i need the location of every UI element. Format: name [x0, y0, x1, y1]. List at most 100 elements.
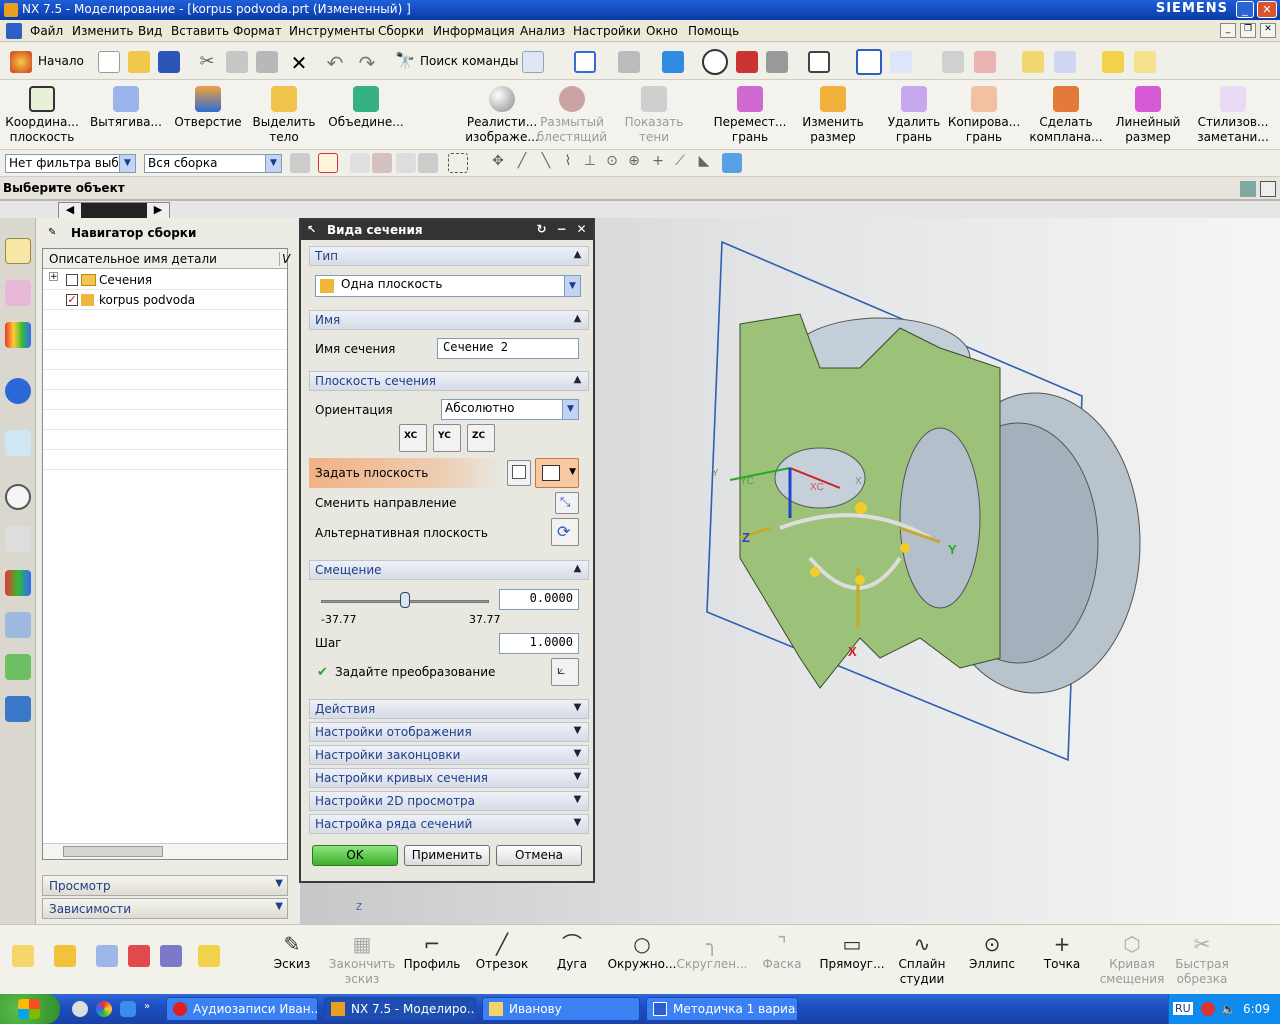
series-settings-header[interactable]: Настройка ряда сечений ▼	[309, 814, 589, 834]
step-input[interactable]: 1.0000	[499, 633, 579, 654]
plane-dialog-button[interactable]	[507, 460, 531, 486]
background-icon[interactable]	[808, 51, 830, 73]
task-word[interactable]: Методичка 1 вариа...	[646, 997, 798, 1021]
doc-close-button[interactable]: ✕	[1260, 23, 1276, 38]
assembly-constraints-icon[interactable]	[160, 945, 182, 967]
dialog-title-bar[interactable]: ↖ Вида сечения ↻ − ✕	[301, 220, 593, 240]
menu-analysis[interactable]: Анализ	[520, 24, 565, 38]
fit-view-icon[interactable]	[574, 51, 596, 73]
collapse-dialog-icon[interactable]: −	[553, 222, 570, 238]
constraint-navigator-tab-icon[interactable]	[5, 280, 31, 306]
expand-icon[interactable]: +	[49, 272, 58, 282]
cut-icon[interactable]: ✂	[196, 51, 218, 73]
tree-row[interactable]: ✓ korpus podvoda	[43, 290, 287, 310]
type-filter-select[interactable]: Нет фильтра выбор ▼	[5, 154, 136, 173]
section-view-icon[interactable]	[736, 51, 758, 73]
pin-icon[interactable]: ✎	[48, 227, 58, 238]
assembly-component-icon[interactable]	[12, 945, 34, 967]
tree-column-header[interactable]: Описательное имя детали V	[43, 249, 290, 269]
window-close-button[interactable]: ✕	[1257, 1, 1277, 18]
plane-section-header[interactable]: Плоскость сечения ▲	[309, 371, 589, 391]
quadrant-snap-icon[interactable]: ⊙	[602, 153, 622, 173]
datum-plane-button[interactable]: Координа... плоскость	[4, 86, 80, 145]
endpoint-snap-icon[interactable]: ✥	[488, 153, 508, 173]
linear-dimension-button[interactable]: Линейный размер	[1110, 86, 1186, 145]
scroll-left-button[interactable]: ◀	[59, 203, 81, 219]
nx-menu-icon[interactable]	[6, 23, 22, 39]
select-component-icon[interactable]	[418, 153, 438, 173]
sketch-tool-button[interactable]: ⌐ Профиль	[396, 931, 468, 972]
extrude-button[interactable]: Вытягива...	[88, 86, 164, 130]
hd3d-tab-icon[interactable]	[5, 570, 31, 596]
sketch-tool-button[interactable]: + Точка	[1026, 931, 1098, 972]
open-folder-icon[interactable]	[128, 51, 150, 73]
offset-input[interactable]: 0.0000	[499, 589, 579, 610]
measure-distance-icon[interactable]	[1102, 51, 1124, 73]
measure-angle-icon[interactable]	[1134, 51, 1156, 73]
view-panel-header[interactable]: Просмотр ▼	[42, 875, 288, 896]
paste-icon[interactable]	[256, 51, 278, 73]
exploded-view-icon[interactable]	[198, 945, 220, 967]
inferred-plane-button[interactable]: ▼	[535, 458, 579, 488]
scope-filter-select[interactable]: Вся сборка ▼	[144, 154, 282, 173]
tree-hscroll-thumb[interactable]	[63, 846, 163, 857]
yc-plane-button[interactable]: YC	[433, 424, 461, 452]
task-folder[interactable]: Иванову	[482, 997, 640, 1021]
start-button[interactable]: Начало	[38, 54, 84, 68]
reset-icon[interactable]: ↻	[533, 222, 550, 238]
copy-icon[interactable]	[226, 51, 248, 73]
sketch-tool-button[interactable]: ⌒ Дуга	[536, 931, 608, 972]
existing-point-snap-icon[interactable]: +	[648, 153, 668, 173]
bounded-grid-icon[interactable]	[722, 153, 742, 173]
move-face-button[interactable]: Перемест... грань	[712, 86, 788, 145]
sketch-tool-button[interactable]: ∿ Сплайн студии	[886, 931, 958, 987]
menu-format[interactable]: Формат	[233, 24, 282, 38]
arc-center-snap-icon[interactable]: ⊥	[580, 153, 600, 173]
close-icon[interactable]: ✕	[573, 222, 590, 238]
sketch-tool-button[interactable]: ✂ Быстрая обрезка	[1166, 931, 1238, 987]
quicklaunch-chrome-icon[interactable]	[72, 1001, 88, 1017]
menu-insert[interactable]: Вставить	[171, 24, 229, 38]
control-point-snap-icon[interactable]: ╲	[536, 153, 556, 173]
status-grid-icon[interactable]	[1240, 181, 1256, 197]
alternate-plane-button[interactable]: ⟳	[551, 518, 579, 546]
styled-sweep-button[interactable]: Стилизов... заметани...	[1192, 86, 1274, 145]
select-body-icon[interactable]	[396, 153, 416, 173]
task-nx[interactable]: NX 7.5 - Моделиро...	[324, 997, 476, 1021]
doc-minimize-button[interactable]: _	[1220, 23, 1236, 38]
section-type-select[interactable]: Одна плоскость ▼	[315, 275, 581, 297]
redo-icon[interactable]: ↷	[356, 51, 378, 75]
selection-priority-icon[interactable]	[522, 51, 544, 73]
sketch-tool-button[interactable]: ⌝ Фаска	[746, 931, 818, 972]
row-checkbox[interactable]	[66, 274, 78, 286]
window-minimize-button[interactable]: _	[1236, 1, 1254, 18]
sketch-tool-button[interactable]: ○ Окружно...	[606, 931, 678, 972]
quicklaunch-app-icon[interactable]	[120, 1001, 136, 1017]
doc-restore-button[interactable]: ❐	[1240, 23, 1256, 38]
offset-section-header[interactable]: Смещение ▲	[309, 560, 589, 580]
language-indicator[interactable]: RU	[1173, 1002, 1193, 1015]
reposition-component-icon[interactable]	[128, 945, 150, 967]
add-component-icon[interactable]	[54, 945, 76, 967]
preview-2d-settings-header[interactable]: Настройки 2D просмотра ▼	[309, 791, 589, 811]
actions-section-header[interactable]: Действия ▼	[309, 699, 589, 719]
process-studio-tab-icon[interactable]	[5, 612, 31, 638]
make-coplanar-button[interactable]: Сделать компланa...	[1028, 86, 1104, 145]
menu-window[interactable]: Окно	[646, 24, 678, 38]
rectangle-select-icon[interactable]	[448, 153, 468, 173]
sketch-tool-button[interactable]: ╮ Скруглен...	[676, 931, 748, 972]
play-icon[interactable]	[1054, 51, 1076, 73]
task-audio[interactable]: Аудиозаписи Иван...	[166, 997, 318, 1021]
save-icon[interactable]	[158, 51, 180, 73]
volume-icon[interactable]: 🔈	[1221, 1002, 1236, 1016]
wcs-dynamic-icon[interactable]	[890, 51, 912, 73]
intersection-snap-icon[interactable]: ⌇	[558, 153, 578, 173]
cancel-button[interactable]: Отмена	[496, 845, 582, 866]
reuse-library-tab-icon[interactable]	[5, 526, 31, 552]
orientation-select[interactable]: Абсолютно ▼	[441, 399, 579, 420]
wcs-orient-icon[interactable]	[856, 49, 882, 75]
undo-icon[interactable]: ↶	[324, 51, 346, 75]
show-shadows-button[interactable]: Показать тени	[616, 86, 692, 145]
copy-face-button[interactable]: Копирова... грань	[946, 86, 1022, 145]
true-shading-button[interactable]: Реалисти... изображе...	[464, 86, 540, 145]
